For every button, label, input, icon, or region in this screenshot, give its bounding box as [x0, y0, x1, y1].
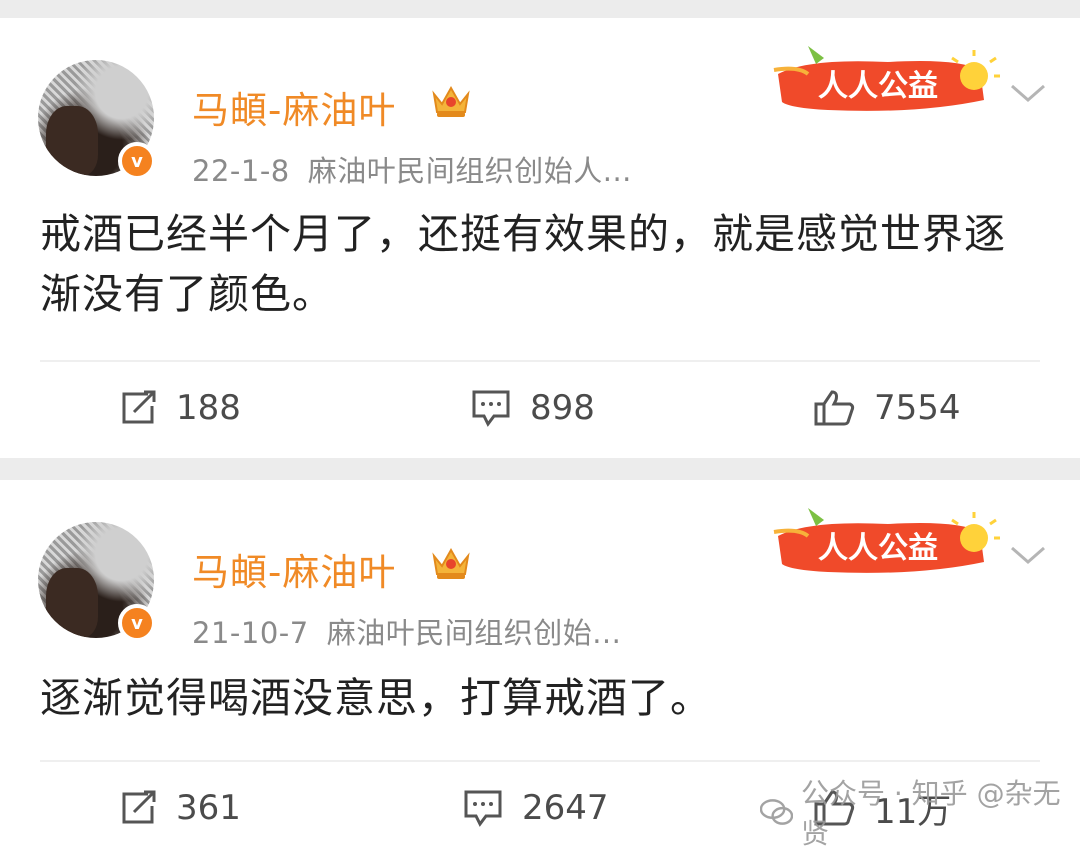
- comment-count: 898: [530, 388, 595, 428]
- post-date: 22-1-8: [192, 154, 290, 188]
- like-icon: [814, 390, 855, 426]
- repost-icon: [122, 790, 156, 824]
- chevron-down-icon[interactable]: [1008, 80, 1048, 106]
- divider: [40, 360, 1040, 362]
- post-text: 逐渐觉得喝酒没意思，打算戒酒了。: [40, 674, 712, 722]
- repost-count: 361: [176, 788, 241, 828]
- verified-badge: v: [118, 604, 156, 642]
- comment-icon: [464, 790, 502, 827]
- watermark: 公众号 · 知乎 @杂无贤: [760, 777, 1080, 850]
- post-source: 麻油叶民间组织创始...: [326, 616, 622, 650]
- crown-icon: [432, 547, 470, 579]
- like-count: 7554: [874, 388, 961, 428]
- repost-button[interactable]: 361: [118, 778, 241, 838]
- like-button[interactable]: 7554: [812, 378, 961, 438]
- repost-button[interactable]: 188: [118, 378, 241, 438]
- divider: [40, 760, 1040, 762]
- post-card[interactable]: v 马頔-麻油叶 22-1-8 麻油叶民间组织创始人... 人人公益 戒酒已经半个…: [0, 18, 1080, 458]
- comment-icon: [472, 390, 510, 427]
- verified-badge: v: [118, 142, 156, 180]
- post-meta: 21-10-7 麻油叶民间组织创始...: [192, 610, 621, 652]
- post-card[interactable]: v 马頔-麻油叶 21-10-7 麻油叶民间组织创始... 人人公益 逐渐觉得喝酒…: [0, 480, 1080, 866]
- author-name[interactable]: 马頔-麻油叶: [192, 542, 396, 596]
- comment-count: 2647: [522, 788, 609, 828]
- post-text: 戒酒已经半个月了，还挺有效果的，就是感觉世界逐渐没有了颜色。: [40, 210, 1006, 318]
- wechat-icon: [760, 799, 793, 825]
- charity-badge[interactable]: 人人公益: [768, 502, 1000, 584]
- post-source: 麻油叶民间组织创始人...: [307, 154, 632, 188]
- post-meta: 22-1-8 麻油叶民间组织创始人...: [192, 148, 632, 190]
- charity-badge[interactable]: 人人公益: [768, 40, 1000, 122]
- repost-icon: [122, 390, 156, 424]
- charity-label: 人人公益: [818, 69, 938, 104]
- weibo-feed: v 马頔-麻油叶 22-1-8 麻油叶民间组织创始人... 人人公益 戒酒已经半个…: [0, 0, 1080, 866]
- post-actions: 188 898 7554: [0, 378, 1080, 438]
- watermark-text: 公众号 · 知乎 @杂无贤: [800, 777, 1061, 850]
- charity-label: 人人公益: [818, 531, 938, 566]
- chevron-down-icon[interactable]: [1008, 542, 1048, 568]
- comment-button[interactable]: 898: [470, 378, 595, 438]
- comment-button[interactable]: 2647: [462, 778, 609, 838]
- crown-icon: [432, 85, 470, 117]
- author-name[interactable]: 马頔-麻油叶: [192, 80, 396, 134]
- post-date: 21-10-7: [192, 616, 309, 650]
- repost-count: 188: [176, 388, 241, 428]
